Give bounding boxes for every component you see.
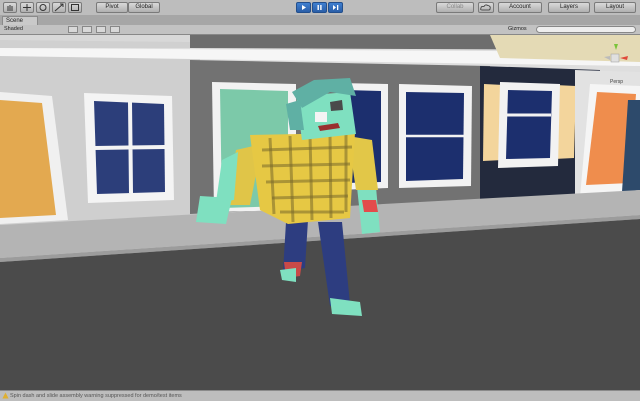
effects-toggle[interactable] (110, 26, 120, 33)
scene-search-input[interactable] (536, 26, 636, 33)
scale-icon (54, 3, 64, 12)
play-icon (302, 5, 306, 10)
move-tool-button[interactable] (20, 2, 34, 13)
scene-view-svg (0, 35, 640, 390)
tab-scene[interactable]: Scene (2, 16, 38, 25)
rotate-icon (39, 4, 47, 11)
main-toolbar: Pivot Global Collab Account Layers Layou… (0, 0, 640, 16)
play-button[interactable] (296, 2, 311, 13)
scene-tab-label: Scene (6, 18, 24, 24)
status-bar: Spin dash and slide assembly warning sup… (0, 390, 640, 401)
layout-label: Layout (605, 4, 624, 10)
gizmos-dropdown[interactable]: Gizmos (508, 26, 534, 33)
scene-control-bar: Shaded Gizmos (0, 25, 640, 35)
account-dropdown[interactable]: Account (498, 2, 542, 13)
collab-label: Collab (446, 4, 464, 10)
gizmos-label: Gizmos (508, 26, 527, 32)
layers-dropdown[interactable]: Layers (548, 2, 590, 13)
layers-label: Layers (559, 4, 578, 10)
pivot-toggle[interactable]: Pivot (96, 2, 128, 13)
rect-icon (71, 4, 79, 11)
cloud-button[interactable] (478, 2, 494, 13)
shading-mode-label: Shaded (4, 26, 23, 32)
scale-tool-button[interactable] (52, 2, 66, 13)
rotate-tool-button[interactable] (36, 2, 50, 13)
step-button[interactable] (328, 2, 343, 13)
audio-toggle[interactable] (96, 26, 106, 33)
pause-icon (317, 5, 322, 10)
window-navy (506, 90, 552, 159)
pause-button[interactable] (312, 2, 327, 13)
warning-icon (2, 392, 9, 399)
cloud-icon (480, 4, 491, 11)
scene-viewport[interactable]: Persp (0, 35, 640, 390)
status-message[interactable]: Spin dash and slide assembly warning sup… (10, 392, 182, 400)
2d-toggle[interactable] (68, 26, 78, 33)
shading-mode-dropdown[interactable]: Shaded (4, 26, 64, 33)
perspective-label[interactable]: Persp (610, 79, 623, 85)
pivot-label: Pivot (105, 4, 119, 10)
step-icon (333, 5, 339, 10)
layout-dropdown[interactable]: Layout (594, 2, 636, 13)
move-icon (23, 4, 31, 11)
global-label: Global (135, 4, 153, 10)
hand-icon (7, 5, 13, 11)
rect-tool-button[interactable] (68, 2, 82, 13)
account-label: Account (509, 4, 531, 10)
global-toggle[interactable]: Global (128, 2, 160, 13)
hand-tool-button[interactable] (3, 2, 17, 13)
lighting-toggle[interactable] (82, 26, 92, 33)
collab-dropdown[interactable]: Collab (436, 2, 474, 13)
